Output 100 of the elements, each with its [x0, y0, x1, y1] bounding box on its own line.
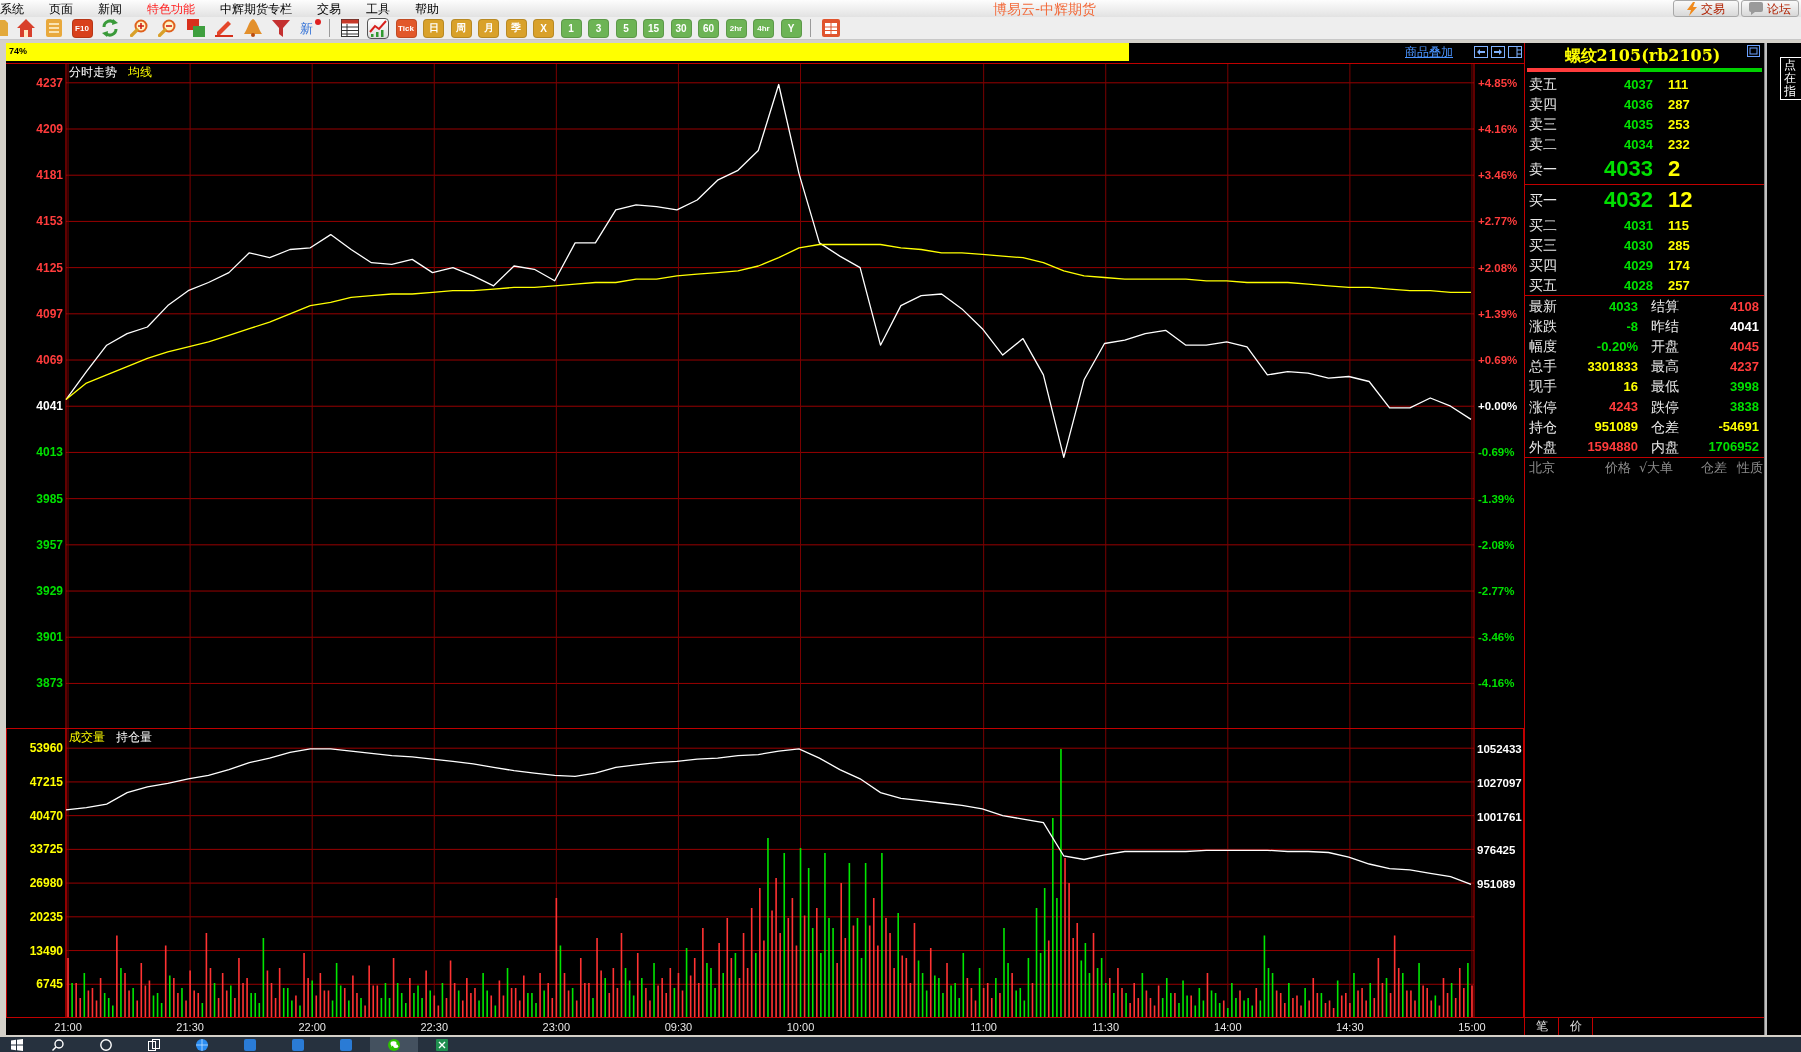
price-tick-label: 3929 [36, 584, 63, 599]
toolbar-button[interactable]: 月 [478, 18, 499, 38]
header-button[interactable]: 论坛 [1741, 0, 1799, 17]
ask-volume: 2 [1668, 157, 1681, 181]
stat-value: -54691 [1718, 419, 1759, 435]
percent-label: +3.46% [1478, 169, 1518, 182]
column-header: 性质 [1737, 460, 1763, 476]
ring-icon [100, 1038, 112, 1051]
stat-label: 涨停 [1529, 398, 1557, 415]
stat-value: 4108 [1730, 298, 1759, 314]
ask-volume: 287 [1668, 96, 1690, 112]
left-arrow-icon[interactable] [1474, 46, 1488, 58]
stat-label: 涨跌 [1529, 318, 1557, 335]
stat-label: 幅度 [1529, 338, 1557, 355]
ask-volume: 111 [1668, 76, 1689, 92]
price-tick-label: 4209 [36, 122, 63, 136]
toolbar-button[interactable]: 季 [505, 18, 527, 38]
volume-tick-label: 47215 [29, 774, 63, 789]
time-label: 22:00 [298, 1021, 326, 1033]
column-header: 仓差 [1701, 460, 1727, 476]
zoom-in-icon [129, 19, 148, 37]
bid-price: 4032 [1604, 188, 1653, 212]
toolbar-button[interactable]: F10 [71, 18, 93, 38]
ask-price: 4035 [1624, 116, 1653, 132]
stat-value: 4041 [1730, 318, 1759, 334]
panel-layout-icon[interactable] [1508, 46, 1522, 58]
stat-value: 3998 [1730, 378, 1759, 394]
grid-icon [821, 19, 840, 37]
price-tick-label: 3873 [36, 676, 63, 691]
time-label: 14:00 [1214, 1021, 1242, 1033]
open-interest-tick-label: 1027097 [1477, 776, 1522, 789]
percent-label: +1.39% [1478, 307, 1518, 320]
toolbar-button[interactable]: 3 [588, 18, 609, 38]
toolbar-button[interactable]: Tick [395, 18, 417, 38]
bid-price: 4030 [1624, 237, 1653, 253]
windows-logo-icon [11, 1038, 23, 1051]
price-tick-label: 4013 [36, 445, 63, 460]
toolbar-button[interactable]: 新 [298, 17, 321, 39]
toolbar-button[interactable]: 60 [698, 18, 719, 38]
time-label: 09:30 [664, 1021, 693, 1033]
table-icon [340, 19, 359, 37]
toolbar-button[interactable]: 4hr [753, 18, 774, 38]
chat-bubble-icon [1749, 2, 1763, 15]
ask-label: 卖四 [1529, 96, 1557, 112]
time-label: 10:00 [786, 1021, 815, 1033]
toolbar-button[interactable]: 2hr [725, 18, 747, 38]
tile-icon [340, 1038, 352, 1051]
toolbar-button[interactable] [367, 17, 389, 39]
menu-item[interactable]: 特色功能 [147, 0, 195, 17]
header-button[interactable]: 交易 [1673, 0, 1739, 17]
open-interest-tick-label: 1001761 [1477, 810, 1522, 823]
menu-item[interactable]: 系统 [0, 0, 24, 17]
bid-price: 4029 [1624, 257, 1653, 273]
toolbar-button[interactable]: 30 [670, 18, 692, 38]
task-view-icon [148, 1038, 160, 1051]
toolbar-button[interactable]: 周 [450, 18, 472, 38]
time-label: 22:30 [420, 1021, 449, 1033]
search-icon [52, 1038, 64, 1051]
stat-label: 持仓 [1529, 418, 1557, 435]
tile-icon [292, 1038, 304, 1051]
toolbar-button[interactable] [338, 17, 361, 39]
menu-item[interactable]: 帮助 [415, 0, 439, 17]
column-header: 价格 [1605, 460, 1631, 476]
toolbar-button[interactable]: 日 [423, 18, 444, 38]
pencil-icon [215, 19, 233, 37]
bid-volume: 174 [1668, 257, 1690, 273]
percent-label: +0.69% [1478, 354, 1518, 366]
bell-icon [243, 19, 262, 37]
toolbar-button[interactable]: 5 [615, 18, 637, 38]
percent-label: -1.39% [1478, 492, 1515, 505]
ask-price: 4033 [1604, 157, 1653, 181]
overlay-link[interactable]: 商品叠加 [1405, 45, 1453, 59]
toolbar-button[interactable]: Y [780, 18, 802, 38]
menu-item[interactable]: 中辉期货专栏 [220, 0, 292, 17]
price-tick-label: 3985 [36, 491, 63, 506]
stat-label: 结算 [1651, 298, 1679, 315]
stat-value: 3838 [1730, 399, 1759, 414]
menu-item[interactable]: 新闻 [98, 0, 122, 17]
stat-value: 16 [1623, 378, 1638, 394]
legend-label: 持仓量 [116, 730, 152, 744]
bid-volume: 115 [1668, 217, 1689, 233]
price-tick-label: 4069 [36, 353, 63, 367]
volume-tick-label: 6745 [36, 977, 63, 992]
right-arrow-icon[interactable] [1491, 46, 1505, 58]
taskbar-button[interactable] [370, 1037, 418, 1052]
toolbar-button[interactable]: 15 [643, 18, 664, 38]
bid-label: 买五 [1529, 277, 1557, 293]
menu-item[interactable]: 页面 [49, 0, 73, 17]
maximize-icon[interactable] [1747, 45, 1760, 57]
toolbar-button[interactable]: X [533, 18, 554, 38]
toolbar-button[interactable]: 1 [560, 18, 582, 38]
percent-label: -3.46% [1478, 631, 1515, 644]
menu-item[interactable]: 工具 [366, 0, 390, 17]
time-label: 11:00 [970, 1021, 997, 1033]
stat-label: 现手 [1529, 378, 1557, 395]
globe-icon [196, 1038, 208, 1051]
menu-item[interactable]: 交易 [317, 0, 341, 17]
time-label: 11:30 [1092, 1021, 1120, 1033]
stat-label: 跌停 [1651, 398, 1679, 415]
stat-label: 最新 [1529, 298, 1557, 315]
